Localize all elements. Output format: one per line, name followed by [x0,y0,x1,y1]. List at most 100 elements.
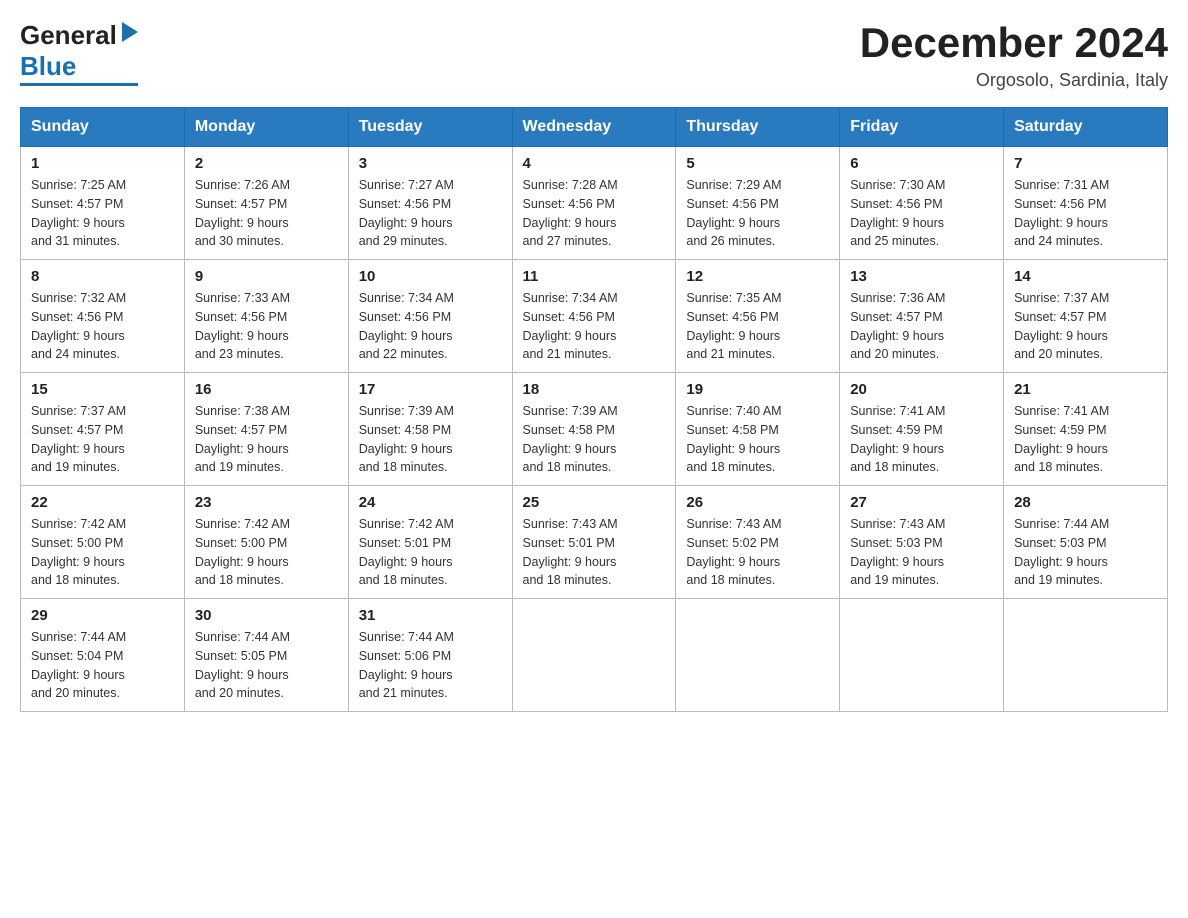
day-info: Sunrise: 7:42 AMSunset: 5:00 PMDaylight:… [31,515,174,590]
calendar-day-cell: 26 Sunrise: 7:43 AMSunset: 5:02 PMDayligh… [676,486,840,599]
calendar-day-cell: 21 Sunrise: 7:41 AMSunset: 4:59 PMDayligh… [1004,373,1168,486]
header-day-tuesday: Tuesday [348,108,512,147]
logo-underline [20,83,138,86]
day-number: 28 [1014,494,1157,511]
empty-cell [512,599,676,712]
day-number: 25 [523,494,666,511]
day-number: 12 [686,268,829,285]
calendar-day-cell: 28 Sunrise: 7:44 AMSunset: 5:03 PMDayligh… [1004,486,1168,599]
day-number: 10 [359,268,502,285]
calendar-day-cell: 10 Sunrise: 7:34 AMSunset: 4:56 PMDayligh… [348,260,512,373]
calendar-day-cell: 5Sunrise: 7:29 AMSunset: 4:56 PMDaylight… [676,147,840,260]
day-number: 6 [850,155,993,172]
calendar-day-cell: 3Sunrise: 7:27 AMSunset: 4:56 PMDaylight… [348,147,512,260]
day-info: Sunrise: 7:37 AMSunset: 4:57 PMDaylight:… [31,402,174,477]
empty-cell [676,599,840,712]
day-info: Sunrise: 7:43 AMSunset: 5:02 PMDaylight:… [686,515,829,590]
day-number: 16 [195,381,338,398]
day-info: Sunrise: 7:44 AMSunset: 5:05 PMDaylight:… [195,628,338,703]
header-day-saturday: Saturday [1004,108,1168,147]
day-number: 18 [523,381,666,398]
calendar-day-cell: 8 Sunrise: 7:32 AMSunset: 4:56 PMDaylight… [21,260,185,373]
day-info: Sunrise: 7:28 AMSunset: 4:56 PMDaylight:… [523,176,666,251]
day-info: Sunrise: 7:42 AMSunset: 5:00 PMDaylight:… [195,515,338,590]
header-day-friday: Friday [840,108,1004,147]
day-number: 17 [359,381,502,398]
header-day-wednesday: Wednesday [512,108,676,147]
day-number: 8 [31,268,174,285]
logo: General Blue [20,20,138,86]
calendar-week-row: 22Sunrise: 7:42 AMSunset: 5:00 PMDayligh… [21,486,1168,599]
day-number: 30 [195,607,338,624]
calendar-week-row: 8 Sunrise: 7:32 AMSunset: 4:56 PMDaylight… [21,260,1168,373]
calendar-day-cell: 22Sunrise: 7:42 AMSunset: 5:00 PMDayligh… [21,486,185,599]
day-number: 23 [195,494,338,511]
page-title: December 2024 [860,20,1168,66]
day-info: Sunrise: 7:34 AMSunset: 4:56 PMDaylight:… [359,289,502,364]
calendar-day-cell: 15 Sunrise: 7:37 AMSunset: 4:57 PMDayligh… [21,373,185,486]
day-number: 26 [686,494,829,511]
calendar-day-cell: 16 Sunrise: 7:38 AMSunset: 4:57 PMDayligh… [184,373,348,486]
day-info: Sunrise: 7:39 AMSunset: 4:58 PMDaylight:… [359,402,502,477]
day-info: Sunrise: 7:41 AMSunset: 4:59 PMDaylight:… [850,402,993,477]
day-number: 2 [195,155,338,172]
calendar-day-cell: 2 Sunrise: 7:26 AMSunset: 4:57 PMDaylight… [184,147,348,260]
calendar-day-cell: 18Sunrise: 7:39 AMSunset: 4:58 PMDayligh… [512,373,676,486]
logo-blue: Blue [20,51,76,82]
day-info: Sunrise: 7:27 AMSunset: 4:56 PMDaylight:… [359,176,502,251]
day-info: Sunrise: 7:34 AMSunset: 4:56 PMDaylight:… [523,289,666,364]
day-info: Sunrise: 7:43 AMSunset: 5:01 PMDaylight:… [523,515,666,590]
calendar-day-cell: 17 Sunrise: 7:39 AMSunset: 4:58 PMDayligh… [348,373,512,486]
header-day-thursday: Thursday [676,108,840,147]
calendar-day-cell: 19 Sunrise: 7:40 AMSunset: 4:58 PMDayligh… [676,373,840,486]
day-number: 24 [359,494,502,511]
day-number: 5 [686,155,829,172]
day-info: Sunrise: 7:32 AMSunset: 4:56 PMDaylight:… [31,289,174,364]
day-info: Sunrise: 7:40 AMSunset: 4:58 PMDaylight:… [686,402,829,477]
day-info: Sunrise: 7:41 AMSunset: 4:59 PMDaylight:… [1014,402,1157,477]
location-subtitle: Orgosolo, Sardinia, Italy [860,70,1168,91]
day-info: Sunrise: 7:44 AMSunset: 5:03 PMDaylight:… [1014,515,1157,590]
day-info: Sunrise: 7:26 AMSunset: 4:57 PMDaylight:… [195,176,338,251]
day-number: 20 [850,381,993,398]
day-number: 15 [31,381,174,398]
day-info: Sunrise: 7:44 AMSunset: 5:06 PMDaylight:… [359,628,502,703]
day-number: 9 [195,268,338,285]
calendar-table: SundayMondayTuesdayWednesdayThursdayFrid… [20,107,1168,712]
day-number: 27 [850,494,993,511]
empty-cell [1004,599,1168,712]
header-day-monday: Monday [184,108,348,147]
day-number: 13 [850,268,993,285]
logo-general: General [20,20,117,51]
day-info: Sunrise: 7:33 AMSunset: 4:56 PMDaylight:… [195,289,338,364]
calendar-week-row: 1 Sunrise: 7:25 AMSunset: 4:57 PMDaylight… [21,147,1168,260]
day-number: 31 [359,607,502,624]
day-info: Sunrise: 7:37 AMSunset: 4:57 PMDaylight:… [1014,289,1157,364]
day-number: 11 [523,268,666,285]
day-info: Sunrise: 7:38 AMSunset: 4:57 PMDaylight:… [195,402,338,477]
calendar-day-cell: 29Sunrise: 7:44 AMSunset: 5:04 PMDayligh… [21,599,185,712]
calendar-day-cell: 14 Sunrise: 7:37 AMSunset: 4:57 PMDayligh… [1004,260,1168,373]
day-number: 1 [31,155,174,172]
logo-arrow-icon [120,22,138,47]
day-number: 29 [31,607,174,624]
day-number: 21 [1014,381,1157,398]
calendar-day-cell: 30 Sunrise: 7:44 AMSunset: 5:05 PMDayligh… [184,599,348,712]
day-info: Sunrise: 7:31 AMSunset: 4:56 PMDaylight:… [1014,176,1157,251]
day-info: Sunrise: 7:35 AMSunset: 4:56 PMDaylight:… [686,289,829,364]
calendar-day-cell: 9 Sunrise: 7:33 AMSunset: 4:56 PMDaylight… [184,260,348,373]
day-info: Sunrise: 7:25 AMSunset: 4:57 PMDaylight:… [31,176,174,251]
calendar-day-cell: 13 Sunrise: 7:36 AMSunset: 4:57 PMDayligh… [840,260,1004,373]
day-number: 4 [523,155,666,172]
calendar-week-row: 29Sunrise: 7:44 AMSunset: 5:04 PMDayligh… [21,599,1168,712]
calendar-day-cell: 31 Sunrise: 7:44 AMSunset: 5:06 PMDayligh… [348,599,512,712]
calendar-day-cell: 23 Sunrise: 7:42 AMSunset: 5:00 PMDayligh… [184,486,348,599]
calendar-day-cell: 1 Sunrise: 7:25 AMSunset: 4:57 PMDaylight… [21,147,185,260]
empty-cell [840,599,1004,712]
day-info: Sunrise: 7:30 AMSunset: 4:56 PMDaylight:… [850,176,993,251]
day-number: 19 [686,381,829,398]
day-info: Sunrise: 7:36 AMSunset: 4:57 PMDaylight:… [850,289,993,364]
day-number: 14 [1014,268,1157,285]
calendar-day-cell: 24Sunrise: 7:42 AMSunset: 5:01 PMDayligh… [348,486,512,599]
day-info: Sunrise: 7:43 AMSunset: 5:03 PMDaylight:… [850,515,993,590]
